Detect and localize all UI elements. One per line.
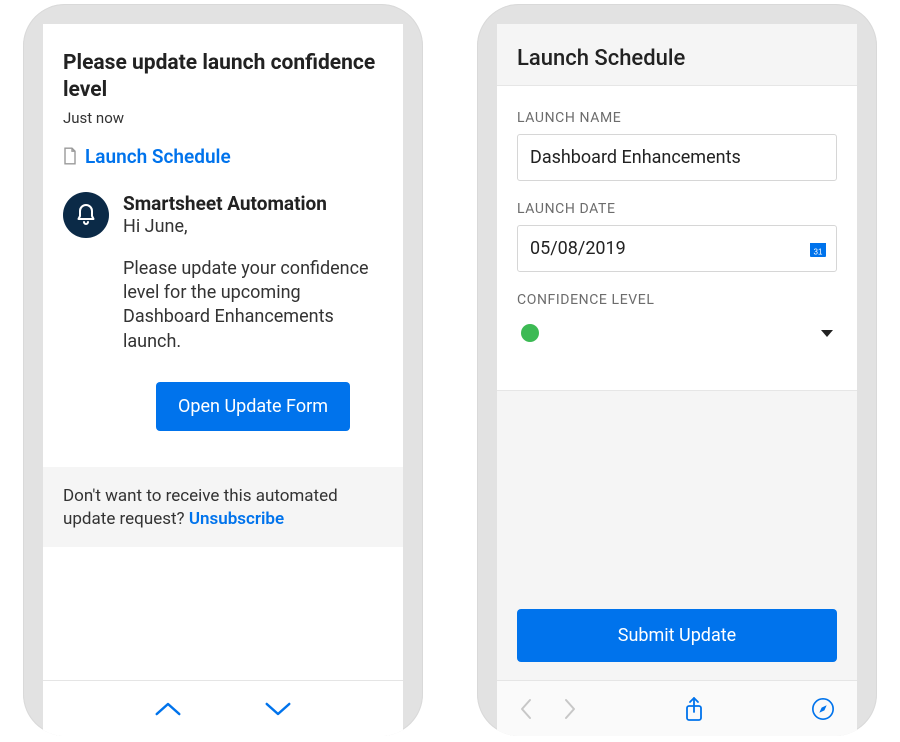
confidence-level-select[interactable]: [517, 316, 837, 350]
notification-timestamp: Just now: [63, 109, 383, 127]
form-screen: Launch Schedule LAUNCH NAME LAUNCH DATE …: [497, 24, 857, 736]
svg-text:31: 31: [814, 247, 823, 256]
submit-update-button[interactable]: Submit Update: [517, 609, 837, 662]
message-text: Smartsheet Automation Hi June, Please up…: [123, 192, 383, 431]
unsubscribe-link[interactable]: Unsubscribe: [189, 509, 284, 529]
message-greeting: Hi June,: [123, 215, 383, 239]
previous-message-button[interactable]: [153, 700, 183, 718]
message-body: Please update your confidence level for …: [123, 257, 383, 354]
next-message-button[interactable]: [263, 700, 293, 718]
launch-date-input[interactable]: [517, 225, 837, 272]
submit-bar: Submit Update: [497, 591, 857, 680]
launch-name-input[interactable]: [517, 134, 837, 181]
phone-left: Please update launch confidence level Ju…: [23, 4, 423, 736]
launch-name-label: LAUNCH NAME: [517, 110, 837, 126]
launch-date-label: LAUNCH DATE: [517, 201, 837, 217]
open-update-form-button[interactable]: Open Update Form: [156, 382, 350, 431]
chevron-down-icon: [821, 330, 833, 337]
mail-nav-bar: [43, 680, 403, 736]
document-icon: [63, 147, 77, 165]
browser-back-button[interactable]: [519, 697, 533, 721]
share-icon[interactable]: [684, 696, 704, 722]
bell-icon: [63, 192, 109, 238]
launch-schedule-link[interactable]: Launch Schedule: [43, 135, 403, 180]
launch-schedule-link-label: Launch Schedule: [85, 145, 231, 168]
confidence-level-label: CONFIDENCE LEVEL: [517, 292, 837, 308]
message-sender: Smartsheet Automation: [123, 192, 383, 215]
phone-right: Launch Schedule LAUNCH NAME LAUNCH DATE …: [477, 4, 877, 736]
status-dot-icon: [521, 324, 539, 342]
unsubscribe-strip: Don't want to receive this automated upd…: [43, 467, 403, 547]
notification-header: Please update launch confidence level Ju…: [43, 24, 403, 135]
notification-title: Please update launch confidence level: [63, 50, 383, 105]
browser-toolbar: [497, 680, 857, 736]
form-title: Launch Schedule: [497, 24, 857, 85]
message-block: Smartsheet Automation Hi June, Please up…: [43, 180, 403, 431]
compass-icon[interactable]: [811, 697, 835, 721]
calendar-icon[interactable]: 31: [809, 240, 827, 258]
notification-screen: Please update launch confidence level Ju…: [43, 24, 403, 736]
form-body: LAUNCH NAME LAUNCH DATE 31 CONFIDENCE LE…: [497, 85, 857, 391]
browser-forward-button[interactable]: [563, 697, 577, 721]
